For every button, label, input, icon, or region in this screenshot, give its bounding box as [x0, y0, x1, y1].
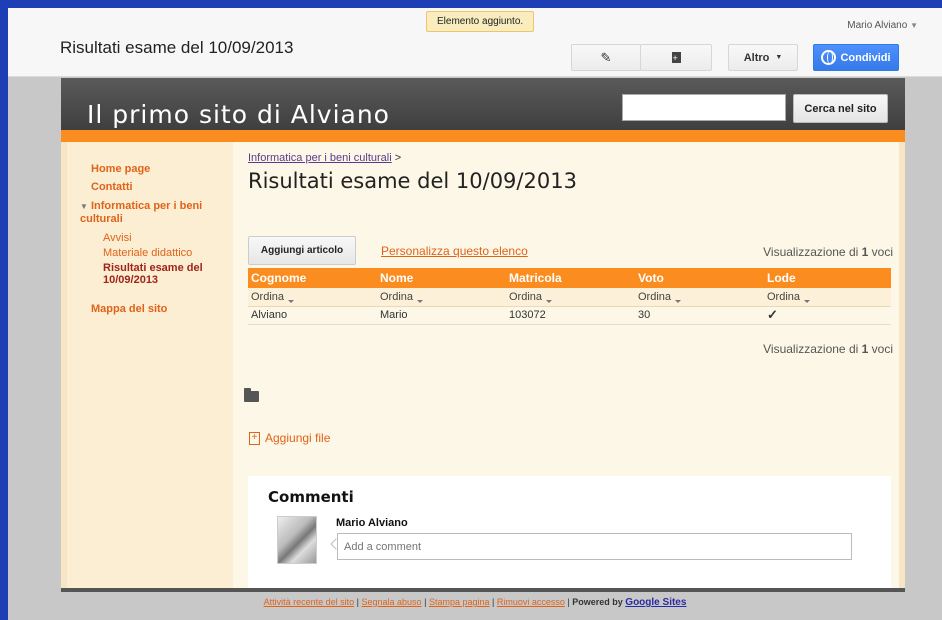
sort-dropdown[interactable]: Ordina: [635, 288, 764, 307]
edit-page-button[interactable]: ✎: [571, 44, 641, 71]
new-page-icon: +: [671, 52, 681, 63]
triangle-down-icon: ▼: [80, 202, 88, 211]
page-body: Home page Contatti ▼ Informatica per i b…: [61, 142, 905, 588]
share-label: Condividi: [840, 51, 891, 64]
site-title[interactable]: Il primo sito di Alviano: [87, 100, 390, 129]
sidebar-item-contacts[interactable]: Contatti: [91, 181, 133, 193]
caret-down-icon: [546, 299, 553, 303]
table-header-row: Cognome Nome Matricola Voto Lode: [248, 268, 891, 288]
caret-down-icon: [417, 299, 424, 303]
item-count: Visualizzazione di 1 voci: [763, 245, 893, 259]
cell-nome: Mario: [377, 306, 506, 325]
table-row[interactable]: Alviano Mario 103072 30 ✓: [248, 306, 891, 325]
column-header-matricola[interactable]: Matricola: [506, 268, 635, 288]
sidebar-item-label: Informatica per i beni culturali: [80, 200, 203, 225]
sidebar-item-results[interactable]: Risultati esame del 10/09/2013: [103, 262, 225, 286]
document-title: Risultati esame del 10/09/2013: [60, 38, 294, 57]
sidebar-nav: Home page Contatti ▼ Informatica per i b…: [67, 142, 233, 588]
add-file-icon: +: [249, 431, 260, 445]
add-item-button[interactable]: Aggiungi articolo: [248, 236, 356, 265]
cell-cognome: Alviano: [248, 306, 377, 325]
sort-dropdown[interactable]: Ordina: [764, 288, 891, 307]
folder-icon: [244, 388, 259, 402]
browser-viewport: Risultati esame del 10/09/2013 Elemento …: [8, 8, 942, 620]
recent-activity-link[interactable]: Attività recente del sito: [264, 597, 355, 607]
notification-banner: Elemento aggiunto.: [426, 11, 535, 32]
breadcrumb-link[interactable]: Informatica per i beni culturali: [248, 152, 392, 164]
checkmark-icon: ✓: [764, 306, 891, 325]
add-file-label: Aggiungi file: [265, 431, 331, 445]
remove-access-link[interactable]: Rimuovi accesso: [497, 597, 565, 607]
pencil-icon: ✎: [600, 49, 612, 65]
caret-down-icon: [804, 299, 811, 303]
sort-dropdown[interactable]: Ordina: [377, 288, 506, 307]
sites-toolbar: Risultati esame del 10/09/2013 Elemento …: [8, 8, 942, 77]
chevron-down-icon: ▼: [775, 54, 783, 61]
more-label: Altro: [743, 51, 770, 64]
header-accent-bar: [61, 130, 905, 142]
results-table: Cognome Nome Matricola Voto Lode Ordina …: [248, 268, 891, 325]
item-count-bottom: Visualizzazione di 1 voci: [763, 342, 893, 356]
cell-matricola: 103072: [506, 306, 635, 325]
sidebar-item-home[interactable]: Home page: [91, 163, 150, 175]
caret-down-icon: [675, 299, 682, 303]
column-header-nome[interactable]: Nome: [377, 268, 506, 288]
sidebar-item-materials[interactable]: Materiale didattico: [103, 247, 192, 259]
sort-dropdown[interactable]: Ordina: [506, 288, 635, 307]
breadcrumb: Informatica per i beni culturali >: [248, 152, 401, 164]
customize-list-link[interactable]: Personalizza questo elenco: [381, 244, 528, 258]
sort-dropdown[interactable]: Ordina: [248, 288, 377, 307]
main-content: Informatica per i beni culturali > Risul…: [233, 142, 899, 588]
more-button[interactable]: Altro ▼: [728, 44, 798, 71]
report-abuse-link[interactable]: Segnala abuso: [362, 597, 422, 607]
sort-row: Ordina Ordina Ordina Ordina Ordina: [248, 288, 891, 307]
breadcrumb-separator: >: [394, 152, 402, 164]
comment-input[interactable]: [337, 533, 852, 560]
site-header: Il primo sito di Alviano Cerca nel sito: [61, 78, 905, 130]
share-button[interactable]: Condividi: [813, 44, 899, 71]
caret-down-icon: [288, 299, 295, 303]
footer: Attività recente del sito | Segnala abus…: [263, 597, 687, 608]
comments-title: Commenti: [268, 488, 354, 506]
new-page-button[interactable]: +: [640, 44, 712, 71]
user-name: Mario Alviano: [847, 20, 908, 31]
column-header-voto[interactable]: Voto: [635, 268, 764, 288]
avatar: [277, 516, 317, 564]
sidebar-item-notices[interactable]: Avvisi: [103, 232, 132, 244]
column-header-lode[interactable]: Lode: [764, 268, 891, 288]
page-title: Risultati esame del 10/09/2013: [248, 169, 577, 193]
print-page-link[interactable]: Stampa pagina: [429, 597, 490, 607]
footer-divider: [61, 588, 905, 592]
globe-icon: [821, 50, 837, 65]
site-search-input[interactable]: [622, 94, 786, 121]
comments-section: Commenti Mario Alviano: [248, 476, 891, 588]
column-header-cognome[interactable]: Cognome: [248, 268, 377, 288]
user-menu[interactable]: Mario Alviano ▼: [847, 20, 918, 31]
powered-by-label: Powered by: [572, 597, 623, 607]
site-search-button[interactable]: Cerca nel sito: [793, 94, 888, 123]
google-sites-link[interactable]: Google Sites: [625, 597, 686, 608]
chevron-down-icon: ▼: [910, 21, 918, 30]
sidebar-item-course[interactable]: ▼ Informatica per i beni culturali: [80, 200, 220, 225]
comment-author: Mario Alviano: [336, 517, 408, 529]
add-file-link[interactable]: + Aggiungi file: [249, 431, 330, 445]
sidebar-item-sitemap[interactable]: Mappa del sito: [91, 303, 167, 315]
cell-voto: 30: [635, 306, 764, 325]
